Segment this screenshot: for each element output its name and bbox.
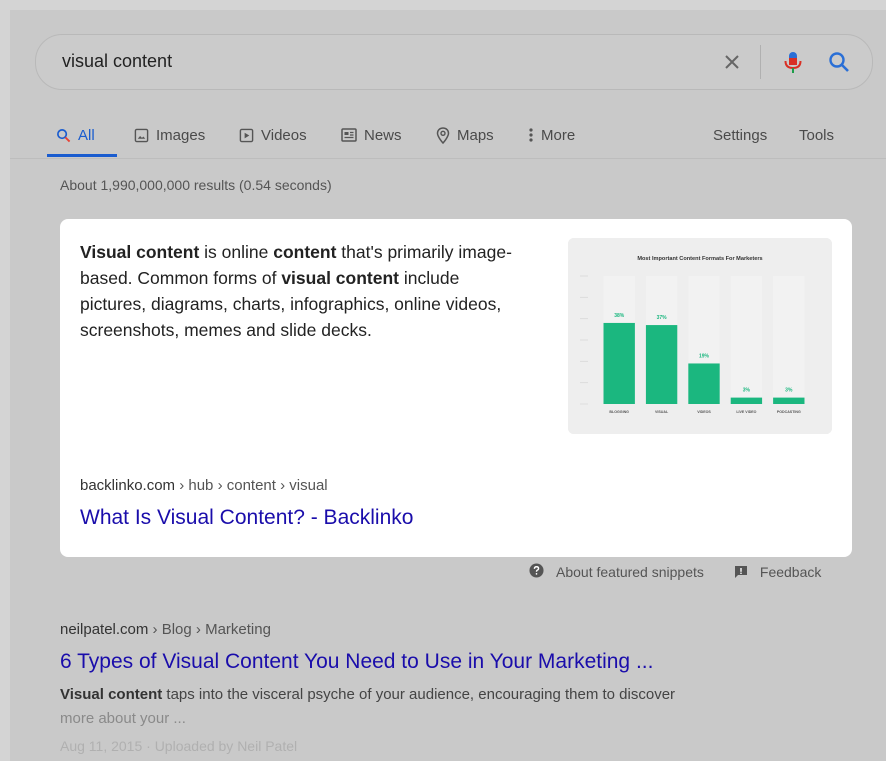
featured-snippet-text: Visual content is online content that's … (80, 239, 520, 343)
search-bar-divider (760, 45, 761, 79)
search-icon (57, 128, 71, 142)
chart-title: Most Important Content Formats For Marke… (637, 256, 762, 262)
snippet-bold-term: visual content (281, 268, 399, 288)
video-icon (239, 128, 254, 142)
search-icon[interactable] (826, 49, 852, 75)
url-breadcrumb: › Blog › Marketing (148, 621, 271, 638)
about-snippets-link[interactable]: About featured snippets (556, 564, 704, 580)
result-url[interactable]: neilpatel.com › Blog › Marketing (60, 621, 271, 638)
search-results-page: visual content All Images Videos News Ma… (10, 10, 886, 761)
bar (603, 322, 635, 404)
tab-label: All (78, 126, 95, 144)
more-vert-icon (529, 128, 533, 142)
search-input[interactable]: visual content (62, 51, 172, 72)
map-pin-icon (436, 126, 450, 144)
tab-settings[interactable]: Settings (713, 120, 767, 150)
news-icon (341, 128, 357, 142)
search-tabs: All Images Videos News Maps More Setting… (10, 114, 886, 158)
bar (688, 363, 720, 404)
snippet-text: taps into the visceral psyche of your au… (162, 686, 676, 703)
result-stats: About 1,990,000,000 results (0.54 second… (60, 177, 332, 193)
bar-track (730, 276, 763, 404)
category-label: VISUAL (655, 410, 669, 414)
bar (645, 325, 678, 404)
bar-chart: Most Important Content Formats For Marke… (568, 238, 832, 434)
browser-frame: visual content All Images Videos News Ma… (0, 0, 886, 761)
search-bar[interactable]: visual content (35, 34, 873, 90)
featured-snippet-image[interactable]: Most Important Content Formats For Marke… (568, 238, 832, 434)
snippet-text-line2: more about your ... (60, 710, 186, 727)
help-icon[interactable] (529, 563, 544, 581)
tab-label: More (541, 126, 576, 144)
feedback-link[interactable]: Feedback (760, 564, 821, 580)
category-label: PODCASTING (777, 410, 801, 414)
bar-value-label: 3% (785, 388, 793, 394)
bar (773, 397, 805, 404)
result-title-link[interactable]: 6 Types of Visual Content You Need to Us… (60, 650, 653, 674)
tab-videos[interactable]: Videos (239, 120, 307, 150)
tabs-divider (10, 158, 886, 159)
result-snippet: Visual content taps into the visceral ps… (60, 683, 780, 731)
microphone-icon[interactable] (780, 49, 806, 75)
url-breadcrumb: › hub › content › visual (175, 477, 328, 494)
snippet-text-run: is online (199, 242, 274, 262)
feedback-icon[interactable] (734, 565, 748, 579)
active-tab-indicator (47, 154, 117, 157)
tab-label: Images (156, 126, 206, 144)
url-domain: backlinko.com (80, 477, 176, 494)
bar-value-label: 3% (743, 388, 751, 394)
tab-label: News (364, 126, 402, 144)
tab-more[interactable]: More (528, 120, 575, 150)
tab-tools[interactable]: Tools (799, 120, 834, 150)
result-meta: Aug 11, 2015 · Uploaded by Neil Patel (60, 738, 298, 754)
tab-label: Videos (261, 126, 307, 144)
category-label: BLOGGING (609, 410, 629, 414)
tab-all[interactable]: All (56, 120, 95, 150)
category-label: LIVE VIDEO (736, 410, 756, 414)
bar-track (773, 276, 805, 404)
tab-label: Tools (799, 126, 835, 144)
featured-snippet: Visual content is online content that's … (60, 219, 852, 557)
snippet-footer: About featured snippets Feedback (529, 563, 821, 581)
tab-news[interactable]: News (341, 120, 402, 150)
tab-maps[interactable]: Maps (436, 120, 494, 150)
snippet-bold: Visual content (60, 686, 163, 703)
tab-images[interactable]: Images (134, 120, 205, 150)
close-icon[interactable] (719, 49, 745, 75)
tab-label: Settings (713, 126, 768, 144)
url-domain: neilpatel.com (60, 621, 149, 638)
snippet-bold-term: Visual content (80, 242, 200, 262)
category-label: VIDEOS (697, 410, 711, 414)
tab-label: Maps (457, 126, 494, 144)
bar-value-label: 19% (699, 353, 710, 359)
result-url[interactable]: backlinko.com › hub › content › visual (80, 477, 328, 494)
image-icon (134, 128, 149, 142)
bar (730, 397, 763, 404)
snippet-bold-term: content (273, 242, 337, 262)
bar-value-label: 38% (614, 313, 625, 319)
bar-value-label: 37% (657, 315, 668, 321)
result-title-link[interactable]: What Is Visual Content? - Backlinko (80, 506, 413, 530)
